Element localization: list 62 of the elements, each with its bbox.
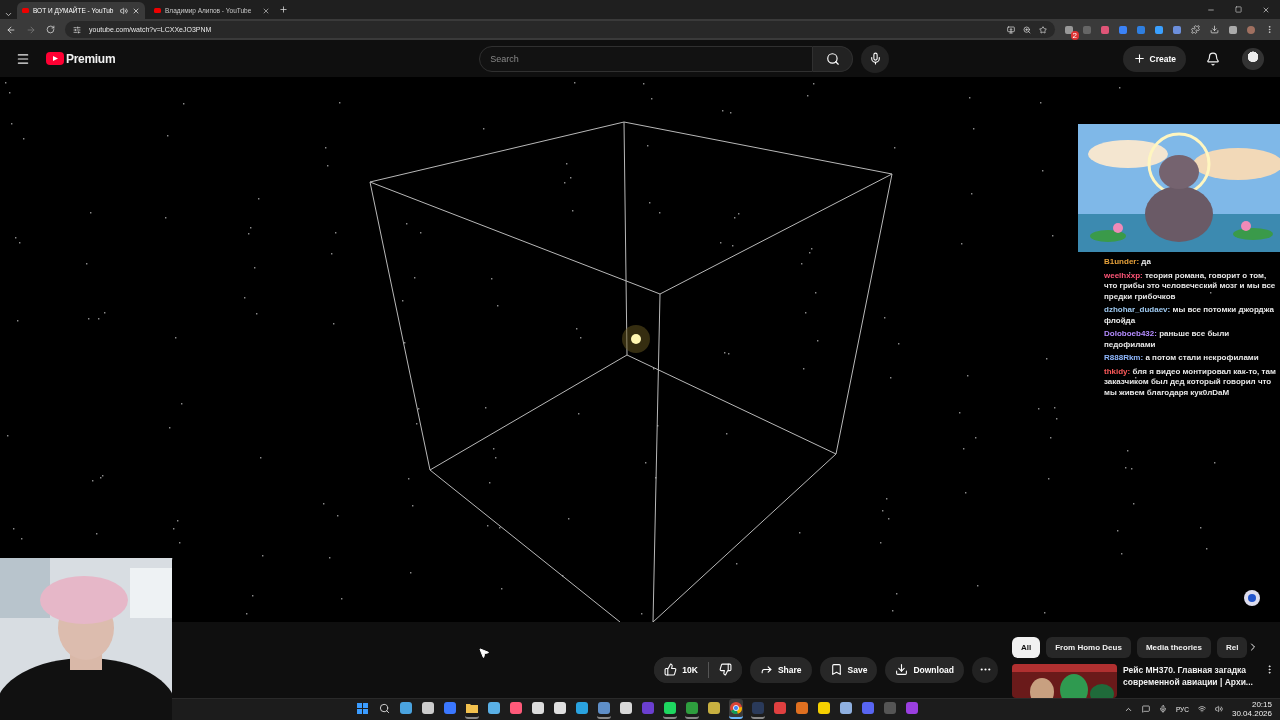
microphone-icon[interactable] — [1158, 705, 1167, 714]
favicon-icon — [22, 8, 29, 14]
menu-icon[interactable] — [16, 51, 30, 66]
profile-avatar[interactable] — [1247, 25, 1255, 34]
notification-count: 2 — [1070, 30, 1079, 40]
volume-icon[interactable] — [1214, 705, 1223, 714]
reload-icon[interactable] — [46, 25, 55, 35]
filter-chip[interactable]: Media theories — [1136, 636, 1211, 658]
plus-icon — [1132, 52, 1146, 66]
browser-icon — [730, 702, 742, 715]
play-logo-icon[interactable] — [46, 52, 64, 66]
cursor-icon — [478, 647, 490, 659]
close-icon[interactable] — [132, 6, 140, 15]
extension-icon[interactable] — [1101, 25, 1109, 34]
network-icon[interactable] — [1197, 705, 1206, 714]
like-dislike-control[interactable]: 10K — [654, 656, 742, 683]
install-icon[interactable] — [1007, 25, 1015, 34]
search-field[interactable]: Search — [479, 45, 814, 72]
extension-icon[interactable] — [1173, 25, 1181, 34]
speaker-icon[interactable] — [120, 6, 128, 15]
menu-icon[interactable] — [1265, 25, 1274, 35]
search-button[interactable] — [813, 45, 854, 72]
taskbar-button[interactable] — [729, 699, 743, 720]
maximize-icon[interactable] — [1235, 5, 1242, 13]
filter-chip[interactable]: Rel — [1216, 636, 1248, 658]
close-icon[interactable] — [1262, 5, 1270, 14]
voice-search-button[interactable] — [861, 44, 890, 73]
download-button[interactable]: Download — [885, 656, 964, 683]
extensions-icon[interactable] — [1191, 25, 1200, 35]
site-info-icon[interactable] — [73, 25, 81, 34]
download-icon — [895, 663, 909, 677]
share-button[interactable]: Share — [749, 656, 812, 683]
extension-icon[interactable] — [1155, 25, 1163, 34]
search-icon — [378, 702, 390, 714]
logo-text[interactable]: Premium — [66, 51, 116, 66]
zoom-icon[interactable] — [1023, 25, 1031, 34]
more-button[interactable] — [972, 656, 998, 683]
favicon-icon — [154, 8, 161, 14]
extension-icon[interactable] — [1065, 25, 1073, 34]
video-title[interactable]: Рейс MH370. Главная загадка современной авиации | Архи... — [1123, 663, 1258, 698]
back-icon[interactable] — [6, 24, 16, 35]
filter-chip[interactable]: All — [1012, 636, 1041, 658]
search-icon — [825, 51, 840, 66]
chat-icon[interactable] — [1141, 705, 1150, 714]
download-icon[interactable] — [1210, 25, 1219, 35]
media-control-icon[interactable] — [1229, 25, 1237, 34]
bookmark-star-icon[interactable] — [1039, 25, 1047, 34]
close-icon[interactable] — [262, 6, 270, 15]
microphone-icon — [868, 52, 882, 66]
extension-icon[interactable] — [1137, 25, 1145, 34]
create-button[interactable]: Create — [1122, 45, 1186, 72]
thumbs-down-icon — [718, 663, 732, 677]
bookmark-icon — [829, 663, 843, 677]
clock[interactable]: 20:15 30.04.2026 — [1231, 700, 1272, 719]
new-tab-icon[interactable] — [279, 5, 288, 15]
notifications-icon[interactable] — [1206, 51, 1220, 66]
extension-icon[interactable] — [1119, 25, 1127, 34]
save-button[interactable]: Save — [819, 656, 878, 683]
filter-chip[interactable]: From Homo Deus — [1046, 636, 1131, 658]
avatar[interactable] — [1242, 47, 1264, 70]
taskbar-button[interactable] — [663, 699, 677, 720]
thumbs-up-icon — [664, 663, 678, 677]
